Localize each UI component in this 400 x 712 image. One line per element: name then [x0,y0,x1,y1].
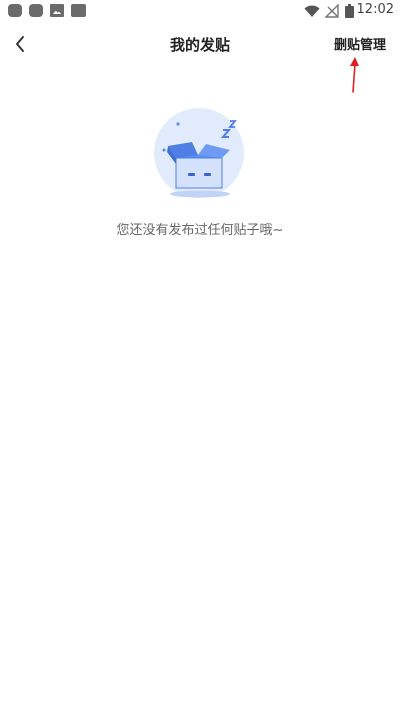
annotation-arrow-icon [350,57,359,93]
wifi-icon [304,5,320,17]
delete-post-management-button[interactable]: 删贴管理 [334,34,386,53]
battery-icon [345,4,354,18]
app-icon [71,4,86,17]
notification-icon [29,4,43,17]
sleeping-box-illustration [154,108,244,198]
image-icon [50,4,64,17]
status-bar: 12:02 [0,0,400,22]
my-posts-screen: 12:02 我的发贴 删贴管理 您还没有发布过任何贴子哦~ [0,0,400,712]
status-time: 12:02 [356,2,394,17]
no-signal-icon [325,4,339,18]
empty-state-message: 您还没有发布过任何贴子哦~ [116,223,284,238]
notification-icon [8,4,22,17]
